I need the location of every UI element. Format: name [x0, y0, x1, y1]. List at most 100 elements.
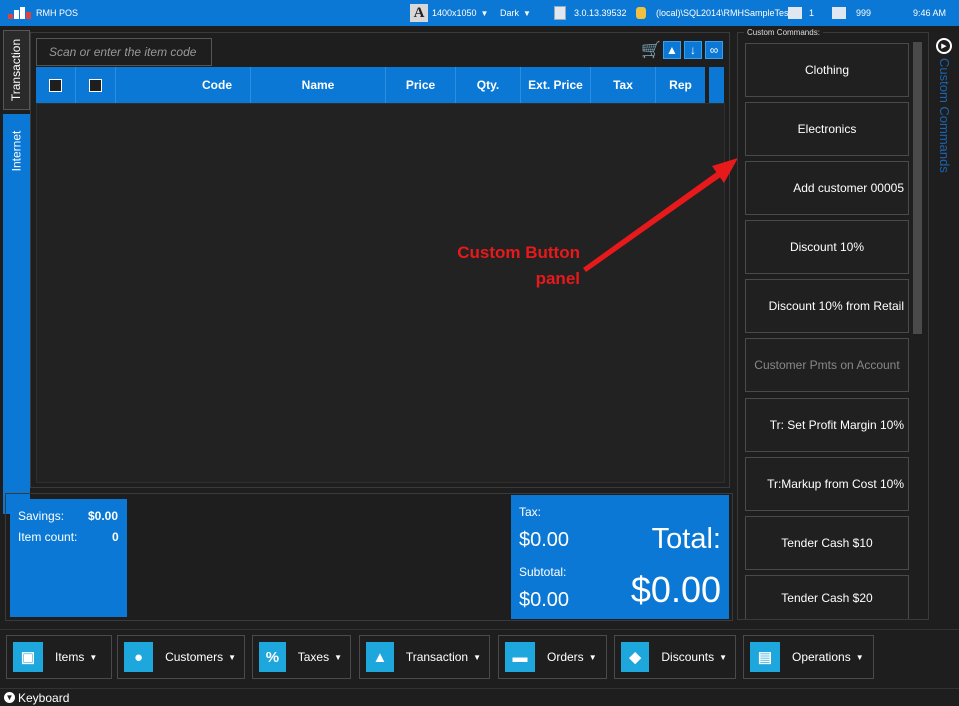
app-logo-icon	[8, 7, 31, 19]
taxes-menu-button[interactable]: % Taxes ▼	[252, 635, 351, 679]
register-info: 1	[788, 0, 814, 26]
resolution-value: 1400x1050	[432, 8, 477, 18]
grid-body	[36, 103, 725, 483]
operations-menu-button[interactable]: ▤ Operations ▼	[743, 635, 874, 679]
tax-value: $0.00	[519, 529, 570, 551]
column-ext-price[interactable]: Ext. Price	[521, 67, 591, 103]
play-icon[interactable]: ▶	[936, 38, 952, 54]
chevron-down-icon: ▼	[480, 8, 489, 18]
transaction-menu-button[interactable]: ▲ Transaction ▼	[359, 635, 490, 679]
title-bar: RMH POS A 1400x1050 ▼ Dark ▼ 3.0.13.3953…	[0, 0, 959, 26]
database-info: (local)\SQL2014\RMHSampleTest	[636, 0, 791, 26]
chevron-down-icon: ▼	[588, 652, 597, 662]
grid-scrollbar[interactable]	[709, 67, 724, 103]
custom-button-tender-20[interactable]: Tender Cash $20	[745, 575, 909, 619]
tax-label: Tax:	[519, 505, 542, 519]
version-info: 3.0.13.39532	[554, 0, 627, 26]
tab-internet-label: Internet	[9, 130, 24, 172]
chevron-down-circle-icon: ▼	[4, 692, 15, 703]
cart-warning-icon[interactable]: 🛒	[641, 41, 661, 59]
orders-menu-button[interactable]: ▬ Orders ▼	[498, 635, 607, 679]
document-icon	[554, 6, 566, 20]
left-tab-strip: Transaction Internet	[0, 26, 30, 514]
custom-button-clothing[interactable]: Clothing	[745, 43, 909, 97]
select-checkbox-cell[interactable]	[76, 67, 116, 103]
items-menu-button[interactable]: ▣ Items ▼	[6, 635, 112, 679]
total-value: $0.00	[630, 569, 721, 610]
item-count-label: Item count:	[18, 530, 78, 544]
custom-button-add-customer[interactable]: Add customer 00005	[745, 161, 909, 215]
column-tax[interactable]: Tax	[591, 67, 656, 103]
tag-icon: ◆	[621, 642, 650, 672]
custom-button-profit-margin[interactable]: Tr: Set Profit Margin 10%	[745, 398, 909, 452]
item-count-value: 0	[112, 530, 119, 544]
column-price[interactable]: Price	[386, 67, 456, 103]
column-code[interactable]: Code	[116, 67, 251, 103]
chevron-down-icon: ▼	[89, 652, 98, 662]
user-card-icon	[832, 7, 846, 19]
link-icon[interactable]: ∞	[705, 41, 723, 59]
chevron-down-icon: ▼	[719, 652, 727, 662]
resolution-selector[interactable]: A 1400x1050 ▼	[410, 0, 488, 26]
column-name[interactable]: Name	[251, 67, 386, 103]
arrow-down-icon[interactable]: ↓	[684, 41, 702, 59]
orders-label: Orders	[547, 650, 584, 664]
custom-button-discount-retail[interactable]: Discount 10% from Retail	[745, 279, 909, 333]
item-count-row: Item count: 0	[18, 530, 119, 544]
custom-button-markup-cost[interactable]: Tr:Markup from Cost 10%	[745, 457, 909, 511]
total-label: Total:	[651, 523, 721, 555]
savings-label: Savings:	[18, 509, 65, 523]
basket-icon: ▬	[505, 642, 535, 672]
checkbox[interactable]	[49, 78, 62, 92]
chevron-down-icon: ▼	[473, 652, 481, 662]
custom-commands-label: Custom Commands:	[744, 28, 823, 37]
annotation-line-2: panel	[535, 269, 580, 288]
column-rep[interactable]: Rep	[656, 67, 705, 103]
customers-menu-button[interactable]: ● Customers ▼	[117, 635, 245, 679]
person-icon: ●	[124, 642, 154, 672]
bag-icon: ▲	[366, 642, 394, 672]
items-label: Items	[55, 650, 85, 664]
time-value: 9:46 AM	[913, 8, 947, 18]
register-icon: ▤	[750, 642, 780, 672]
chevron-down-icon: ▼	[228, 652, 236, 662]
custom-button-customer-pmts[interactable]: Customer Pmts on Account	[745, 338, 909, 392]
annotation-text: Custom Button panel	[420, 240, 580, 292]
chevron-down-icon: ▼	[855, 652, 864, 662]
scan-placeholder: Scan or enter the item code	[49, 45, 197, 59]
transaction-label: Transaction	[405, 650, 469, 664]
grid-tools: 🛒 ▲ ↓ ∞	[641, 41, 723, 59]
percent-icon: %	[259, 642, 286, 672]
custom-button-discount-10[interactable]: Discount 10%	[745, 220, 909, 274]
font-size-icon: A	[410, 4, 428, 22]
bag-icon[interactable]: ▲	[663, 41, 681, 59]
discounts-menu-button[interactable]: ◆ Discounts ▼	[614, 635, 736, 679]
annotation-line-1: Custom Button	[457, 243, 580, 262]
keyboard-label: Keyboard	[18, 690, 70, 705]
select-all-checkbox-cell[interactable]	[36, 67, 76, 103]
tab-transaction-label: Transaction	[9, 38, 24, 102]
theme-value: Dark	[500, 8, 520, 18]
theme-selector[interactable]: Dark ▼	[500, 0, 531, 26]
custom-button-tender-10[interactable]: Tender Cash $10	[745, 516, 909, 570]
custom-commands-side-tab[interactable]: ▶ Custom Commands	[930, 34, 958, 234]
savings-row: Savings: $0.00	[18, 509, 118, 523]
pos-window: RMH POS A 1400x1050 ▼ Dark ▼ 3.0.13.3953…	[0, 0, 959, 706]
custom-commands-scrollbar[interactable]	[913, 42, 922, 334]
register-value: 1	[809, 8, 815, 18]
subtotal-label: Subtotal:	[519, 565, 567, 579]
custom-button-electronics[interactable]: Electronics	[745, 102, 909, 156]
column-qty[interactable]: Qty.	[456, 67, 521, 103]
scan-input[interactable]: Scan or enter the item code	[36, 38, 212, 66]
taxes-label: Taxes	[297, 650, 330, 664]
checkbox[interactable]	[89, 78, 102, 92]
tab-transaction[interactable]: Transaction	[3, 30, 30, 110]
keyboard-toggle[interactable]: ▼ Keyboard	[0, 688, 959, 706]
database-icon	[636, 7, 646, 19]
discounts-label: Discounts	[661, 650, 715, 664]
custom-commands-side-title: Custom Commands	[937, 58, 952, 173]
app-brand: RMH POS	[8, 0, 78, 26]
grid-header: Code Name Price Qty. Ext. Price Tax Rep	[36, 67, 705, 103]
tab-internet[interactable]: Internet	[3, 114, 30, 514]
savings-box: Savings: $0.00 Item count: 0	[10, 499, 127, 617]
